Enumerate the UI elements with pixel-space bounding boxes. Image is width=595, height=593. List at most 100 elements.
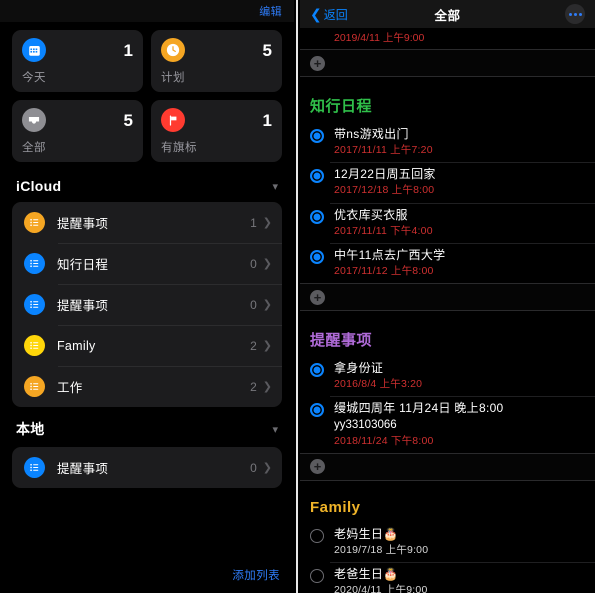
right-top-bar: ❮ 返回 全部 — [300, 0, 595, 28]
section-header-icloud[interactable]: iCloud ▾ — [0, 166, 294, 202]
sidebar-item-work[interactable]: 工作 2 ❯ — [12, 366, 282, 407]
smart-card-today-top: 1 — [22, 38, 133, 62]
sidebar-item-local-reminders[interactable]: 提醒事项 0 ❯ — [12, 447, 282, 488]
reminders-app-screen: 编辑 1 今天 5 计划 5 全部 1 有旗标 iCloud ▾ 提醒事项 1 … — [0, 0, 595, 593]
task-note: yy33103066 — [334, 419, 397, 432]
task-checkbox[interactable] — [310, 249, 324, 264]
chevron-left-icon: ❮ — [310, 5, 322, 22]
task-content: 老爸生日🎂 2020/4/11 上午9:00 — [334, 565, 587, 593]
task-row[interactable]: 优衣库买衣服 2017/11/11 下午4:00 — [300, 202, 595, 243]
task-content: 老妈生日🎂 2019/7/18 上午9:00 — [334, 525, 587, 558]
sidebar-item-label: 知行日程 — [57, 258, 109, 272]
calendar-icon — [22, 38, 46, 62]
task-title: 中午11点去广西大学 — [334, 247, 446, 262]
sidebar-item-label: 提醒事项 — [57, 299, 109, 313]
left-lists-panel: 编辑 1 今天 5 计划 5 全部 1 有旗标 iCloud ▾ 提醒事项 1 … — [0, 0, 294, 593]
section-title-local: 本地 — [16, 421, 45, 437]
chevron-right-icon: ❯ — [262, 381, 272, 393]
task-date: 2019/7/18 上午9:00 — [334, 543, 429, 556]
task-checkbox[interactable] — [310, 528, 324, 543]
sidebar-item-family[interactable]: Family 2 ❯ — [12, 325, 282, 366]
task-title: 缦城四周年 11月24日 晚上8:00 — [334, 401, 504, 416]
task-row[interactable]: 老爸生日🎂 2020/4/11 上午9:00 — [300, 562, 595, 593]
edit-button[interactable]: 编辑 — [259, 3, 282, 19]
sidebar-item-count: 2 — [250, 379, 257, 394]
smart-card-flagged-count: 1 — [262, 110, 272, 130]
more-options-icon[interactable] — [565, 4, 585, 24]
smart-card-all-top: 5 — [22, 108, 133, 132]
group-spacer — [300, 311, 595, 321]
task-date: 2017/11/11 上午7:20 — [334, 144, 433, 157]
task-checkbox[interactable] — [310, 569, 324, 584]
list-icon — [24, 212, 45, 233]
section-title-icloud: iCloud — [16, 178, 62, 194]
task-content: 12月22日周五回家 2017/12/18 上午8:00 — [334, 165, 587, 198]
smart-card-flagged-label: 有旗标 — [161, 142, 197, 154]
chevron-down-icon[interactable]: ▾ — [272, 423, 278, 436]
group-spacer — [300, 480, 595, 491]
list-icon — [24, 253, 45, 274]
add-reminder-row-0[interactable]: + — [300, 49, 595, 77]
reminders-scroll-body[interactable]: 2019/4/11 上午9:00 + 知行日程 带ns游戏出门 2017/11/… — [300, 28, 595, 593]
smart-card-flagged[interactable]: 1 有旗标 — [151, 100, 282, 162]
smart-card-flagged-top: 1 — [161, 108, 272, 132]
task-title: 优衣库买衣服 — [334, 207, 408, 222]
smart-list-cards: 1 今天 5 计划 5 全部 1 有旗标 — [0, 22, 294, 166]
chevron-right-icon: ❯ — [262, 258, 272, 270]
sidebar-item-reminders-1[interactable]: 提醒事项 1 ❯ — [12, 202, 282, 243]
task-title: 带ns游戏出门 — [334, 127, 409, 141]
section-header-local[interactable]: 本地 ▾ — [0, 407, 294, 447]
list-icon — [24, 457, 45, 478]
list-icon — [24, 335, 45, 356]
add-reminder-row-2[interactable]: + — [300, 452, 595, 481]
partial-task-row: 2019/4/11 上午9:00 — [300, 28, 595, 49]
smart-card-scheduled[interactable]: 5 计划 — [151, 30, 282, 92]
sidebar-item-count: 0 — [250, 460, 257, 475]
smart-card-all-label: 全部 — [22, 142, 46, 154]
task-row[interactable]: 中午11点去广西大学 2017/11/12 上午8:00 — [300, 242, 595, 283]
chevron-down-icon[interactable]: ▾ — [272, 180, 278, 193]
list-icon — [24, 376, 45, 397]
task-date: 2017/12/18 上午8:00 — [334, 184, 435, 197]
sidebar-item-label: 工作 — [57, 381, 83, 395]
add-list-button[interactable]: 添加列表 — [232, 567, 280, 583]
task-content: 拿身份证 2016/8/4 上午3:20 — [334, 359, 587, 392]
sidebar-item-zhixing[interactable]: 知行日程 0 ❯ — [12, 243, 282, 284]
task-checkbox[interactable] — [310, 403, 324, 418]
right-detail-panel: ❮ 返回 全部 2019/4/11 上午9:00 + 知行日程 带ns游戏出门 … — [300, 0, 595, 593]
smart-card-all-count: 5 — [123, 110, 133, 130]
tray-icon — [22, 108, 46, 132]
smart-card-all[interactable]: 5 全部 — [12, 100, 143, 162]
task-row[interactable]: 带ns游戏出门 2017/11/11 上午7:20 — [300, 122, 595, 162]
sidebar-item-label: Family — [57, 338, 96, 353]
sidebar-item-count: 1 — [250, 215, 257, 230]
task-checkbox[interactable] — [310, 169, 324, 184]
smart-card-scheduled-top: 5 — [161, 38, 272, 62]
sidebar-item-count: 0 — [250, 256, 257, 271]
task-row[interactable]: 缦城四周年 11月24日 晚上8:00 yy33103066 2018/11/2… — [300, 396, 595, 453]
smart-card-scheduled-count: 5 — [262, 40, 272, 60]
smart-card-today-label: 今天 — [22, 72, 46, 84]
task-content: 优衣库买衣服 2017/11/11 下午4:00 — [334, 206, 587, 239]
task-row[interactable]: 拿身份证 2016/8/4 上午3:20 — [300, 356, 595, 396]
chevron-right-icon: ❯ — [262, 340, 272, 352]
task-content: 中午11点去广西大学 2017/11/12 上午8:00 — [334, 246, 587, 279]
chevron-right-icon: ❯ — [262, 462, 272, 474]
task-checkbox[interactable] — [310, 129, 324, 143]
sidebar-item-count: 0 — [250, 297, 257, 312]
group-title-family: Family — [310, 498, 361, 516]
list-icon — [24, 294, 45, 315]
task-checkbox[interactable] — [310, 363, 324, 377]
chevron-right-icon: ❯ — [262, 217, 272, 229]
task-date: 2020/4/11 上午9:00 — [334, 584, 428, 593]
task-row[interactable]: 12月22日周五回家 2017/12/18 上午8:00 — [300, 162, 595, 202]
sidebar-item-reminders-2[interactable]: 提醒事项 0 ❯ — [12, 284, 282, 325]
task-row[interactable]: 老妈生日🎂 2019/7/18 上午9:00 — [300, 522, 595, 562]
group-spacer — [300, 77, 595, 87]
smart-card-today[interactable]: 1 今天 — [12, 30, 143, 92]
plus-icon: + — [310, 459, 325, 475]
task-checkbox[interactable] — [310, 209, 324, 224]
clock-icon — [161, 38, 185, 62]
back-button[interactable]: ❮ 返回 — [310, 6, 348, 23]
add-reminder-row-1[interactable]: + — [300, 283, 595, 311]
